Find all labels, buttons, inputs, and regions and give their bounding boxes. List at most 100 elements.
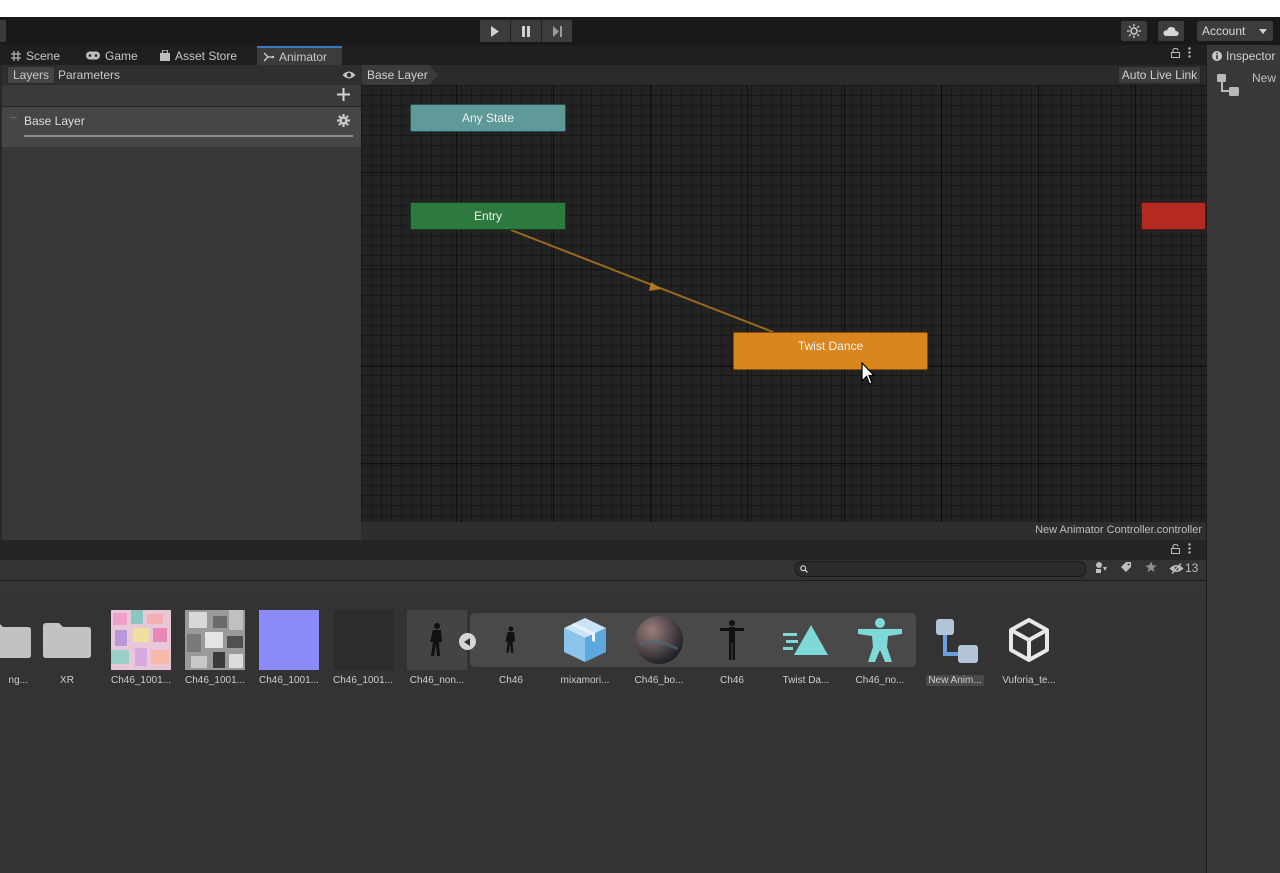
state-entry[interactable]: Entry [410,202,566,230]
lock-icon[interactable] [1171,47,1180,61]
inspector-panel [1206,45,1280,873]
state-exit[interactable] [1141,202,1206,230]
services-button[interactable] [1121,21,1147,41]
asset-vuforia-texture[interactable]: Vuforia_te... [999,610,1059,686]
play-button[interactable] [480,20,511,42]
folder-icon [0,624,31,658]
auto-live-link-label: Auto Live Link [1121,68,1198,82]
chevron-left-icon [464,637,470,646]
bag-icon [160,50,170,61]
asset-animation-twist-dance[interactable]: Twist Da... [776,610,836,686]
asset-texture-gray[interactable]: Ch46_1001... [185,610,245,686]
auto-live-link-button[interactable]: Auto Live Link [1118,66,1201,84]
transition-arrow-icon [649,282,661,291]
texture-thumbnail-icon [185,610,245,670]
asset-label: Ch46_non... [409,675,465,686]
asset-avatar-ch46[interactable]: Ch46 [702,610,762,686]
asset-folder-xr[interactable]: XR [37,610,97,686]
grid-icon [11,50,21,61]
collapse-group-button[interactable] [459,633,476,650]
asset-avatar-ch46-no[interactable]: Ch46_no... [850,610,910,686]
prefab-cube-icon [564,618,606,662]
pause-button[interactable] [511,20,542,42]
project-tab-strip [0,540,1206,560]
filter-by-label-button[interactable] [1120,561,1132,576]
tab-game-label: Game [105,48,138,63]
main-toolbar [0,17,1280,45]
add-layer-button[interactable] [337,88,350,104]
project-search-input[interactable] [795,561,1086,577]
mouse-cursor-icon [861,362,875,385]
layers-toolbar [2,85,361,107]
asset-mesh-ch46[interactable]: Ch46 [481,610,541,686]
asset-texture-diffuse[interactable]: Ch46_1001... [111,610,171,686]
layer-name: Base Layer [24,114,85,128]
step-button[interactable] [542,20,572,42]
play-controls [480,20,573,42]
sun-gear-icon [1127,24,1141,38]
animator-controller-icon [936,619,978,663]
favorites-button[interactable] [1145,561,1157,576]
eye-slash-icon [1169,562,1184,574]
texture-thumbnail-icon [111,610,171,670]
character-silhouette-icon [430,623,442,656]
entry-transition-line[interactable] [510,229,774,333]
tab-asset-store[interactable]: Asset Store [154,46,243,65]
controller-path: New Animator Controller.controller [1035,524,1202,536]
breadcrumb-label: Base Layer [367,68,428,82]
eye-icon[interactable] [342,69,356,83]
project-breadcrumb-bar [0,581,1206,599]
inspector-item-name: New [1252,71,1277,85]
star-icon [1145,561,1157,572]
t-pose-icon [720,620,744,660]
inspector-title: Inspector [1226,49,1276,63]
account-dropdown[interactable]: Account [1197,21,1273,41]
gear-icon [337,114,350,127]
asset-texture-dark[interactable]: Ch46_1001... [333,610,393,686]
state-entry-label: Entry [473,209,502,223]
asset-label: Vuforia_te... [1002,675,1056,686]
tab-asset-store-label: Asset Store [175,48,238,63]
asset-label: Ch46_no... [855,675,905,686]
filter-by-type-button[interactable] [1095,561,1108,577]
tab-scene[interactable]: Scene [5,46,66,65]
breadcrumb[interactable]: Base Layer [362,65,438,85]
asset-texture-normal[interactable]: Ch46_1001... [259,610,319,686]
plus-icon [337,88,350,101]
search-icon [800,565,808,573]
animation-clip-icon [783,625,828,655]
asset-label: Twist Da... [782,675,830,686]
toolbar-left-button[interactable] [0,20,6,42]
asset-label: Ch46_bo... [634,675,684,686]
pause-icon [522,25,530,37]
hidden-packages-toggle[interactable]: 13 [1169,561,1198,575]
state-any-state[interactable]: Any State [410,104,566,132]
account-label: Account [1202,24,1246,38]
layer-weight-bar [24,135,353,137]
graph-header [361,65,1206,85]
cloud-button[interactable] [1158,21,1184,41]
state-twist-dance[interactable]: Twist Dance [733,332,928,370]
asset-label: mixamori... [560,675,610,686]
asset-label: New Anim... [926,675,984,686]
folder-icon [43,623,91,658]
asset-model-ch46-non[interactable]: Ch46_non... [407,610,467,686]
asset-prefab-mixamorig[interactable]: mixamori... [555,610,615,686]
asset-label: Ch46 [720,675,744,686]
tab-inspector[interactable]: Inspector [1212,47,1275,65]
project-kebab-icon[interactable] [1188,543,1191,557]
asset-material-ch46-body[interactable]: Ch46_bo... [629,610,689,686]
kebab-menu-icon[interactable] [1188,47,1191,61]
subtab-layers[interactable]: Layers [7,66,56,84]
tab-animator[interactable]: Animator [257,46,342,65]
window-top-strip [0,0,1280,17]
subtab-parameters[interactable]: Parameters [53,66,125,84]
layer-settings-button[interactable] [337,114,350,130]
hidden-count: 13 [1185,561,1199,575]
project-lock-icon[interactable] [1171,543,1180,557]
asset-label: Ch46_1001... [110,675,172,686]
chevron-down-icon [1259,28,1267,34]
tab-game[interactable]: Game [80,46,144,65]
drag-handle-icon[interactable] [10,117,17,118]
asset-animator-controller-new[interactable]: New Anim... [925,610,985,686]
